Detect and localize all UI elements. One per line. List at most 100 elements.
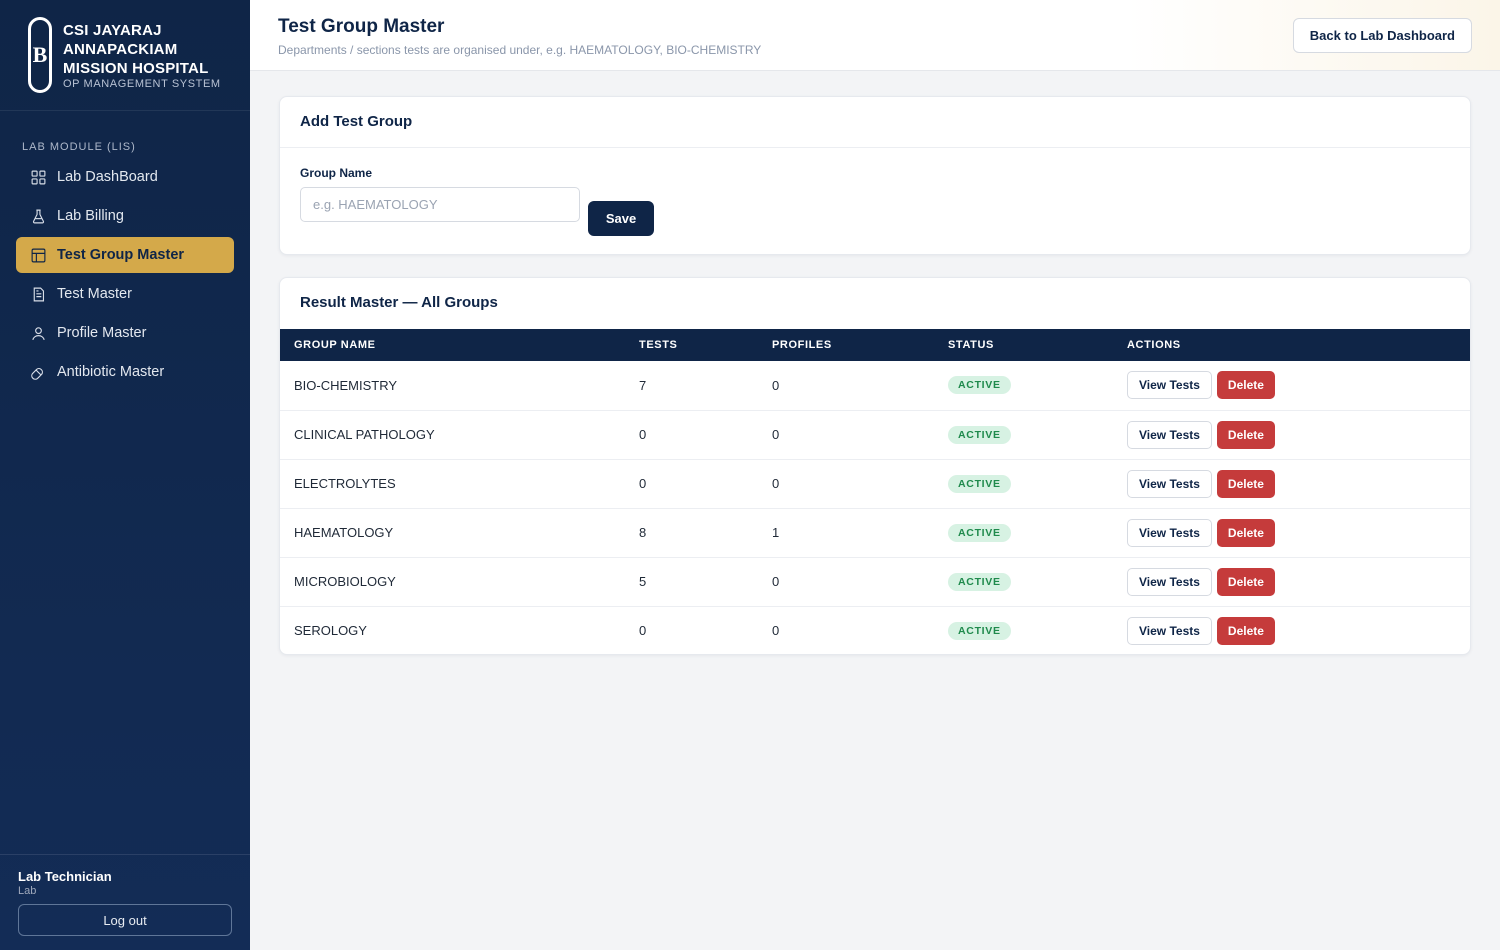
result-master-card: Result Master — All Groups GROUP NAME TE… (279, 277, 1471, 655)
logo-letter: B (31, 20, 49, 90)
layout-icon (31, 248, 46, 262)
view-tests-button[interactable]: View Tests (1127, 371, 1212, 400)
delete-button[interactable]: Delete (1216, 469, 1275, 498)
sidebar-item-label: Profile Master (57, 325, 147, 341)
actions-cell: View Tests Delete (1113, 361, 1470, 411)
brand-header: B CSI JAYARAJ ANNAPACKIAM MISSION HOSPIT… (0, 0, 250, 111)
profiles-count-cell: 0 (758, 557, 934, 607)
column-header: ACTIONS (1127, 339, 1181, 351)
document-icon (33, 287, 45, 301)
sidebar-item-label: Lab Billing (57, 208, 124, 224)
sidebar-item-label: Test Group Master (57, 247, 185, 263)
back-to-dashboard-button[interactable]: Back to Lab Dashboard (1292, 18, 1472, 53)
profiles-count-cell: 0 (772, 623, 780, 639)
sidebar-item-label: Test Master (57, 286, 132, 302)
table-row: BIO-CHEMISTRY 7 0 ACTIVE View Tests Delet… (280, 361, 1470, 411)
actions-cell: View Tests Delete (1113, 557, 1470, 607)
page-header: Test Group Master Departments / sections… (250, 0, 1500, 71)
group-name-cell: SEROLOGY (294, 623, 367, 639)
tests-count-cell: 7 (625, 361, 758, 411)
status-cell: ACTIVE (934, 606, 1113, 654)
pill-icon (31, 367, 43, 380)
status-cell: ACTIVE (934, 459, 1113, 509)
tests-count-cell: 0 (625, 410, 758, 460)
actions-cell: View Tests Delete (1113, 410, 1470, 460)
user-role: Lab (18, 885, 37, 897)
sidebar-item-label: Lab DashBoard (57, 169, 158, 185)
hospital-logo: B (28, 17, 52, 93)
card-title: Result Master — All Groups (300, 294, 498, 311)
group-name-cell: ELECTROLYTES (280, 459, 625, 509)
column-header: STATUS (948, 339, 994, 351)
user-name: Lab Technician (18, 869, 112, 884)
add-test-group-card: Add Test Group Group Name Save (279, 96, 1471, 255)
table-row: MICROBIOLOGY 5 0 ACTIVE View Tests Delete (280, 557, 1470, 607)
sidebar-item-antibiotic-master[interactable]: Antibiotic Master (16, 354, 234, 390)
status-badge: ACTIVE (948, 572, 1011, 591)
table-header-row: GROUP NAME TESTS PROFILES STATUS ACTIONS (280, 329, 1470, 361)
view-tests-button[interactable]: View Tests (1127, 616, 1212, 645)
status-cell: ACTIVE (934, 410, 1113, 460)
brand-text: CSI JAYARAJ ANNAPACKIAM MISSION HOSPITAL… (63, 21, 230, 90)
tests-count-cell: 0 (639, 623, 647, 639)
delete-button[interactable]: Delete (1216, 518, 1275, 547)
status-cell: ACTIVE (934, 557, 1113, 607)
delete-button[interactable]: Delete (1216, 420, 1275, 449)
table-row: CLINICAL PATHOLOGY 0 0 ACTIVE View Tests… (280, 410, 1470, 460)
view-tests-button[interactable]: View Tests (1127, 420, 1212, 449)
sidebar-item-test-master[interactable]: Test Master (16, 276, 234, 312)
actions-cell: View Tests Delete (1113, 508, 1470, 558)
status-cell: ACTIVE (934, 508, 1113, 558)
delete-button[interactable]: Delete (1216, 567, 1275, 596)
logout-button[interactable]: Log out (18, 904, 232, 936)
card-title: Add Test Group (280, 97, 1470, 148)
profiles-count-cell: 1 (758, 508, 934, 558)
sidebar-item-lab-billing[interactable]: Lab Billing (16, 198, 234, 234)
profiles-count-cell: 0 (758, 459, 934, 509)
hospital-name: CSI JAYARAJ ANNAPACKIAM MISSION HOSPITAL (63, 21, 209, 77)
sidebar-item-test-group-master[interactable]: Test Group Master (16, 237, 234, 273)
group-name-cell: BIO-CHEMISTRY (280, 361, 625, 411)
status-badge: ACTIVE (948, 621, 1011, 640)
view-tests-button[interactable]: View Tests (1127, 469, 1212, 498)
table-row: HAEMATOLOGY 8 1 ACTIVE View Tests Delete (280, 508, 1470, 558)
flask-icon (32, 209, 45, 223)
status-badge: ACTIVE (948, 425, 1011, 444)
tests-count-cell: 5 (625, 557, 758, 607)
status-cell: ACTIVE (934, 361, 1113, 411)
delete-button[interactable]: Delete (1216, 371, 1275, 400)
profiles-count-cell: 0 (758, 361, 934, 411)
column-header: PROFILES (772, 339, 832, 351)
actions-cell: View Tests Delete (1113, 606, 1470, 654)
actions-cell: View Tests Delete (1113, 459, 1470, 509)
column-header: GROUP NAME (294, 339, 376, 351)
group-name-cell: MICROBIOLOGY (280, 557, 625, 607)
status-badge: ACTIVE (948, 474, 1011, 493)
group-name-input[interactable] (300, 187, 580, 222)
status-badge: ACTIVE (948, 523, 1011, 542)
group-name-field: Group Name (300, 166, 580, 222)
tests-count-cell: 8 (625, 508, 758, 558)
delete-button[interactable]: Delete (1216, 616, 1275, 645)
save-button[interactable]: Save (588, 201, 654, 236)
column-header: TESTS (639, 339, 678, 351)
profiles-count-cell: 0 (758, 410, 934, 460)
sidebar-item-lab-dashboard[interactable]: Lab DashBoard (16, 159, 234, 195)
sidebar-nav: Lab DashBoard Lab Billing Test Group Mas… (0, 159, 250, 390)
grid-icon (31, 170, 46, 184)
view-tests-button[interactable]: View Tests (1127, 567, 1212, 596)
group-name-label: Group Name (300, 166, 373, 180)
group-name-cell: CLINICAL PATHOLOGY (280, 410, 625, 460)
tests-count-cell: 0 (625, 459, 758, 509)
user-icon (32, 326, 45, 340)
system-name: OP MANAGEMENT SYSTEM (63, 77, 221, 90)
user-panel: Lab Technician Lab Log out (0, 854, 250, 950)
table-row: ELECTROLYTES 0 0 ACTIVE View Tests Delete (280, 459, 1470, 509)
sidebar-item-label: Antibiotic Master (57, 364, 165, 380)
view-tests-button[interactable]: View Tests (1127, 518, 1212, 547)
status-badge: ACTIVE (948, 376, 1011, 395)
sidebar-item-profile-master[interactable]: Profile Master (16, 315, 234, 351)
nav-section-label: LAB MODULE (LIS) (22, 141, 136, 153)
groups-table: GROUP NAME TESTS PROFILES STATUS ACTIONS… (280, 329, 1470, 654)
table-row: SEROLOGY 0 0 ACTIVE View Tests Delete (280, 606, 1470, 654)
